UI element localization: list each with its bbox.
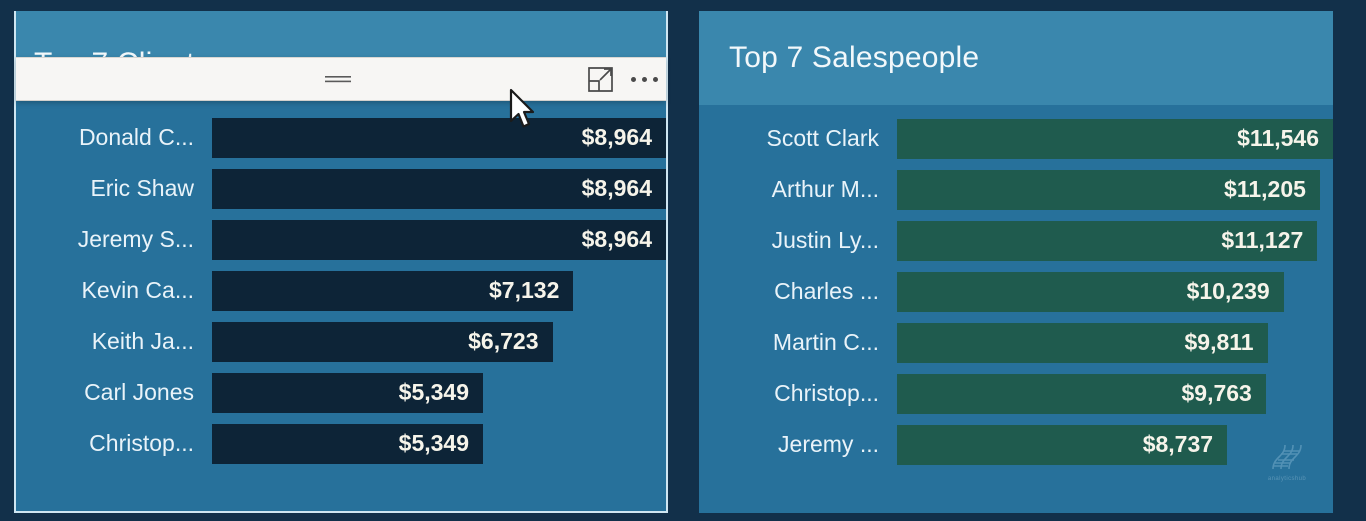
clients-visual-body: Donald C... $8,964 Eric Shaw $8,964 Jeremy S… — [16, 59, 666, 511]
bar-track: $8,964 — [212, 168, 666, 209]
bar-row[interactable]: Martin C... $9,811 — [699, 317, 1333, 368]
clients-bar-list: Donald C... $8,964 Eric Shaw $8,964 Jeremy S… — [16, 112, 666, 469]
bar-row[interactable]: Christop... $9,763 — [699, 368, 1333, 419]
bar[interactable]: $8,964 — [212, 117, 666, 158]
more-options-icon[interactable] — [622, 58, 666, 100]
bar[interactable]: $5,349 — [212, 372, 484, 413]
bar-value-label: $11,546 — [1237, 125, 1319, 151]
bar-value-label: $8,737 — [1142, 431, 1214, 457]
bar-row-label: Jeremy ... — [778, 431, 879, 457]
bar-row[interactable]: Christop... $5,349 — [16, 418, 666, 469]
bar-row[interactable]: Carl Jones $5,349 — [16, 367, 666, 418]
bar-track: $7,132 — [212, 270, 666, 311]
bar-row-label: Eric Shaw — [90, 175, 194, 201]
bar-value-label: $8,964 — [581, 175, 652, 201]
bar-value-label: $9,763 — [1181, 380, 1252, 406]
bar-row[interactable]: Kevin Ca... $7,132 — [16, 265, 666, 316]
report-canvas: Top 7 Clients Donald C...$8,964Eric Shaw… — [0, 0, 1366, 521]
bar[interactable]: $8,737 — [897, 424, 1228, 465]
bar-value-label: $5,349 — [398, 430, 470, 456]
bar-value-label: $8,964 — [581, 124, 652, 150]
bar-value-label: $5,349 — [398, 379, 470, 405]
bar-row[interactable]: Jeremy ... $8,737 — [699, 419, 1333, 470]
bar-track: $6,723 — [212, 321, 666, 362]
bar-track: $8,964 — [212, 219, 666, 260]
bar-row[interactable]: Charles ... $10,239 — [699, 266, 1333, 317]
bar-row-label: Donald C... — [78, 124, 194, 150]
bar-row[interactable]: Justin Ly... $11,127 — [699, 215, 1333, 266]
bar[interactable]: $11,205 — [897, 169, 1320, 210]
bar-track: $11,127 — [897, 220, 1333, 261]
bar-row-label: Kevin Ca... — [81, 277, 195, 303]
bar-row-label: Charles ... — [774, 278, 879, 304]
bar[interactable]: $8,964 — [212, 219, 666, 260]
bar-row-label: Martin C... — [772, 329, 879, 355]
bar-row-label: Arthur M... — [771, 176, 879, 202]
bar-row-label: Christop... — [774, 380, 879, 406]
bar-value-label: $11,127 — [1221, 227, 1304, 253]
bar-track: $11,205 — [897, 169, 1333, 210]
visual-top-7-salespeople[interactable]: Top 7 Salespeople Scott Clark $11,546 Arth… — [699, 11, 1333, 513]
focus-mode-icon[interactable] — [578, 58, 622, 100]
bar-track: $8,737 — [897, 424, 1333, 465]
bar[interactable]: $5,349 — [212, 423, 484, 464]
ellipsis-glyph — [630, 76, 658, 82]
bar-row[interactable]: Donald C... $8,964 — [16, 112, 666, 163]
bar[interactable]: $10,239 — [897, 271, 1284, 312]
bar[interactable]: $8,964 — [212, 168, 666, 209]
bar[interactable]: $6,723 — [212, 321, 553, 362]
bar-track: $8,964 — [212, 117, 666, 158]
bar-value-label: $10,239 — [1186, 278, 1270, 304]
bar-value-label: $7,132 — [489, 277, 560, 303]
bar-track: $9,811 — [897, 322, 1333, 363]
bar-value-label: $6,723 — [468, 328, 539, 354]
bar[interactable]: $9,811 — [897, 322, 1268, 363]
bar-track: $9,763 — [897, 373, 1333, 414]
bar-row-label: Scott Clark — [766, 125, 879, 151]
bar-row-label: Keith Ja... — [91, 328, 194, 354]
bar-row-label: Jeremy S... — [77, 226, 194, 252]
visual-hover-toolbar[interactable] — [16, 57, 666, 101]
bar-value-label: $9,811 — [1184, 329, 1254, 355]
bar-row-label: Justin Ly... — [771, 227, 879, 253]
bar-row[interactable]: Scott Clark $11,546 — [699, 113, 1333, 164]
bar-row-label: Carl Jones — [84, 379, 194, 405]
sales-bar-list: Scott Clark $11,546 Arthur M... $11,205 Just… — [699, 113, 1333, 470]
bar-track: $11,546 — [897, 118, 1333, 159]
sales-visual-header: Top 7 Salespeople — [699, 11, 1333, 105]
bar-track: $5,349 — [212, 423, 666, 464]
watermark-label: analyticshub — [1267, 476, 1307, 482]
bar[interactable]: $7,132 — [212, 270, 574, 311]
bar-track: $5,349 — [212, 372, 666, 413]
sales-visual-title: Top 7 Salespeople — [729, 41, 980, 74]
bar[interactable]: $11,546 — [897, 118, 1333, 159]
bar-row-label: Christop... — [89, 430, 194, 456]
bar-value-label: $8,964 — [581, 226, 652, 252]
bar-track: $10,239 — [897, 271, 1333, 312]
bar-row[interactable]: Eric Shaw $8,964 — [16, 163, 666, 214]
bar-value-label: $11,205 — [1224, 176, 1306, 202]
bar[interactable]: $9,763 — [897, 373, 1266, 414]
bar-row[interactable]: Arthur M... $11,205 — [699, 164, 1333, 215]
bar-row[interactable]: Keith Ja... $6,723 — [16, 316, 666, 367]
sales-visual-body: Scott Clark $11,546 Arthur M... $11,205 Just… — [699, 105, 1333, 513]
bar-row[interactable]: Jeremy S... $8,964 — [16, 214, 666, 265]
bar[interactable]: $11,127 — [897, 220, 1318, 261]
drag-handle-icon[interactable] — [316, 58, 360, 100]
